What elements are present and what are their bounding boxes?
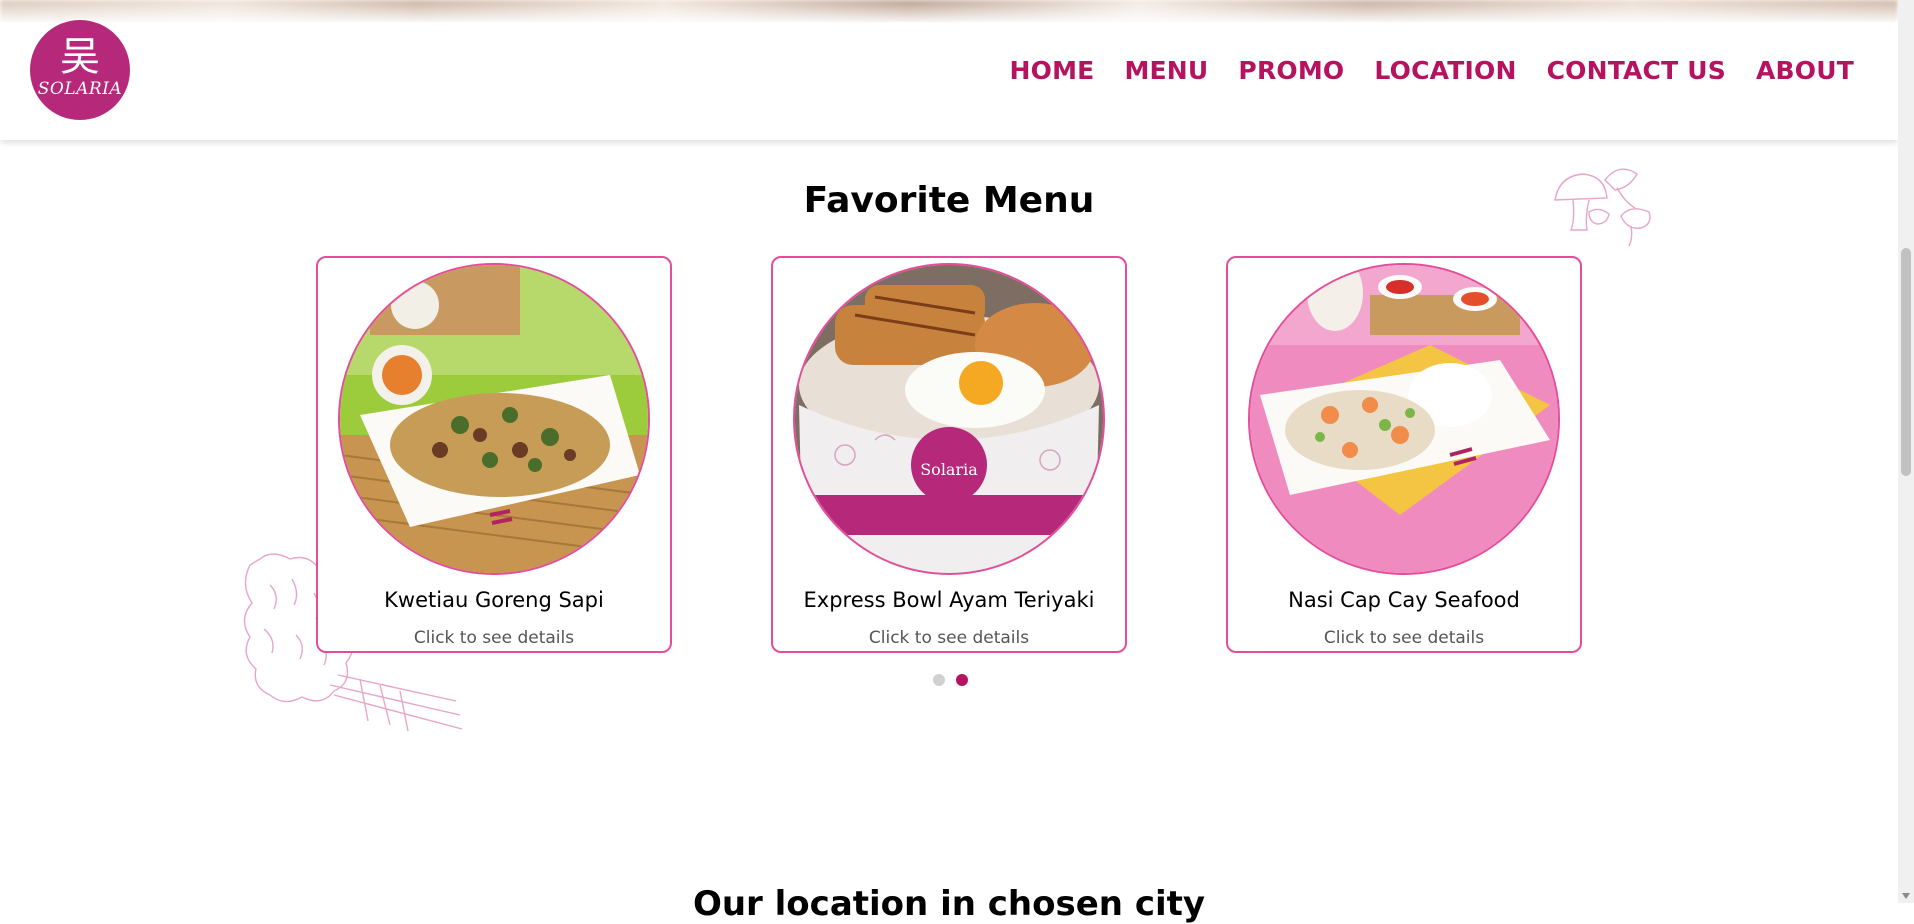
carousel-dot-2[interactable] xyxy=(956,674,968,686)
nav-contact-us[interactable]: CONTACT US xyxy=(1547,56,1726,85)
menu-item-image xyxy=(338,263,650,575)
page-scrollbar[interactable] xyxy=(1898,0,1914,903)
nav-home[interactable]: HOME xyxy=(1010,56,1095,85)
svg-text:Solaria: Solaria xyxy=(920,460,978,479)
menu-item-name: Kwetiau Goreng Sapi xyxy=(384,588,604,612)
carousel-pagination xyxy=(933,674,968,686)
scrollbar-thumb[interactable] xyxy=(1901,248,1911,476)
logo-glyph-icon: 吴 xyxy=(60,34,100,80)
mushroom-sketch-icon xyxy=(1554,168,1651,247)
menu-item-image xyxy=(1248,263,1560,575)
menu-item-name: Express Bowl Ayam Teriyaki xyxy=(803,588,1095,612)
menu-item-hint: Click to see details xyxy=(868,628,1030,648)
nav-about[interactable]: ABOUT xyxy=(1756,56,1854,85)
site-header: 吴 SOLARIA HOME MENU PROMO LOCATION CONTA… xyxy=(0,0,1898,140)
menu-item-image: Solaria xyxy=(793,263,1105,575)
menu-card-2[interactable]: Solaria Express Bowl Ayam Teriyaki Click… xyxy=(771,256,1127,653)
nav-location[interactable]: LOCATION xyxy=(1374,56,1516,85)
nav-promo[interactable]: PROMO xyxy=(1238,56,1344,85)
nav-menu[interactable]: MENU xyxy=(1124,56,1208,85)
menu-item-name: Nasi Cap Cay Seafood xyxy=(1288,588,1520,612)
menu-item-hint: Click to see details xyxy=(1323,628,1485,648)
location-section-title: Our location in chosen city xyxy=(692,884,1206,924)
menu-card-3[interactable]: Nasi Cap Cay Seafood Click to see detail… xyxy=(1226,256,1582,653)
carousel-dot-1[interactable] xyxy=(933,674,945,686)
menu-item-hint: Click to see details xyxy=(413,628,575,648)
menu-card-1[interactable]: Kwetiau Goreng Sapi Click to see details xyxy=(316,256,672,653)
scroll-down-arrow-icon[interactable] xyxy=(1902,893,1910,899)
main-nav: HOME MENU PROMO LOCATION CONTACT US ABOU… xyxy=(1010,56,1855,85)
solaria-logo[interactable]: 吴 SOLARIA xyxy=(30,20,130,120)
logo-wordmark: SOLARIA xyxy=(37,79,123,99)
